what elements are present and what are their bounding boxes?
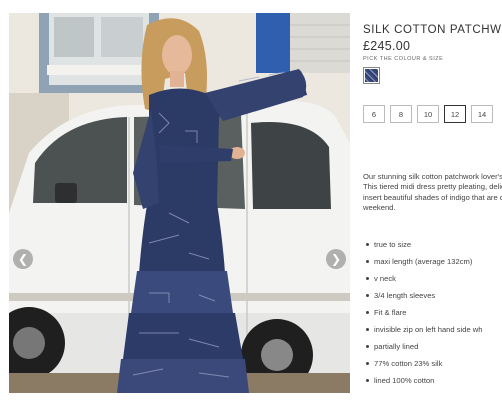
previous-image-button[interactable]: ❮: [13, 249, 33, 269]
feature-item: 77% cotton 23% silk: [363, 355, 502, 372]
product-features-list: true to size maxi length (average 132cm)…: [363, 236, 502, 389]
feature-item: true to size: [363, 236, 502, 253]
feature-item: 3/4 length sleeves: [363, 287, 502, 304]
size-option[interactable]: 14: [471, 105, 493, 123]
product-photo: [9, 13, 350, 393]
product-title: SILK COTTON PATCHWORK: [363, 24, 502, 36]
product-info-panel: SILK COTTON PATCHWORK £245.00 PICK THE C…: [363, 0, 502, 400]
product-description: Our stunning silk cotton patchwork lover…: [363, 172, 502, 213]
size-option-selected[interactable]: 12: [444, 105, 466, 123]
feature-item: lined 100% cotton: [363, 372, 502, 389]
chevron-left-icon: ❮: [17, 252, 29, 266]
product-image-gallery[interactable]: ❮ ❯: [9, 13, 350, 393]
colour-swatch[interactable]: [363, 67, 380, 84]
size-option[interactable]: 6: [363, 105, 385, 123]
size-option[interactable]: 10: [417, 105, 439, 123]
pick-colour-size-label: PICK THE COLOUR & SIZE: [363, 56, 444, 62]
size-selector: 6 8 10 12 14: [363, 105, 493, 123]
feature-item: Fit & flare: [363, 304, 502, 321]
feature-item: maxi length (average 132cm): [363, 253, 502, 270]
next-image-button[interactable]: ❯: [326, 249, 346, 269]
feature-item: invisible zip on left hand side wh: [363, 321, 502, 338]
chevron-right-icon: ❯: [330, 252, 342, 266]
feature-item: v neck: [363, 270, 502, 287]
size-option[interactable]: 8: [390, 105, 412, 123]
product-price: £245.00: [363, 39, 411, 53]
feature-item: partially lined: [363, 338, 502, 355]
